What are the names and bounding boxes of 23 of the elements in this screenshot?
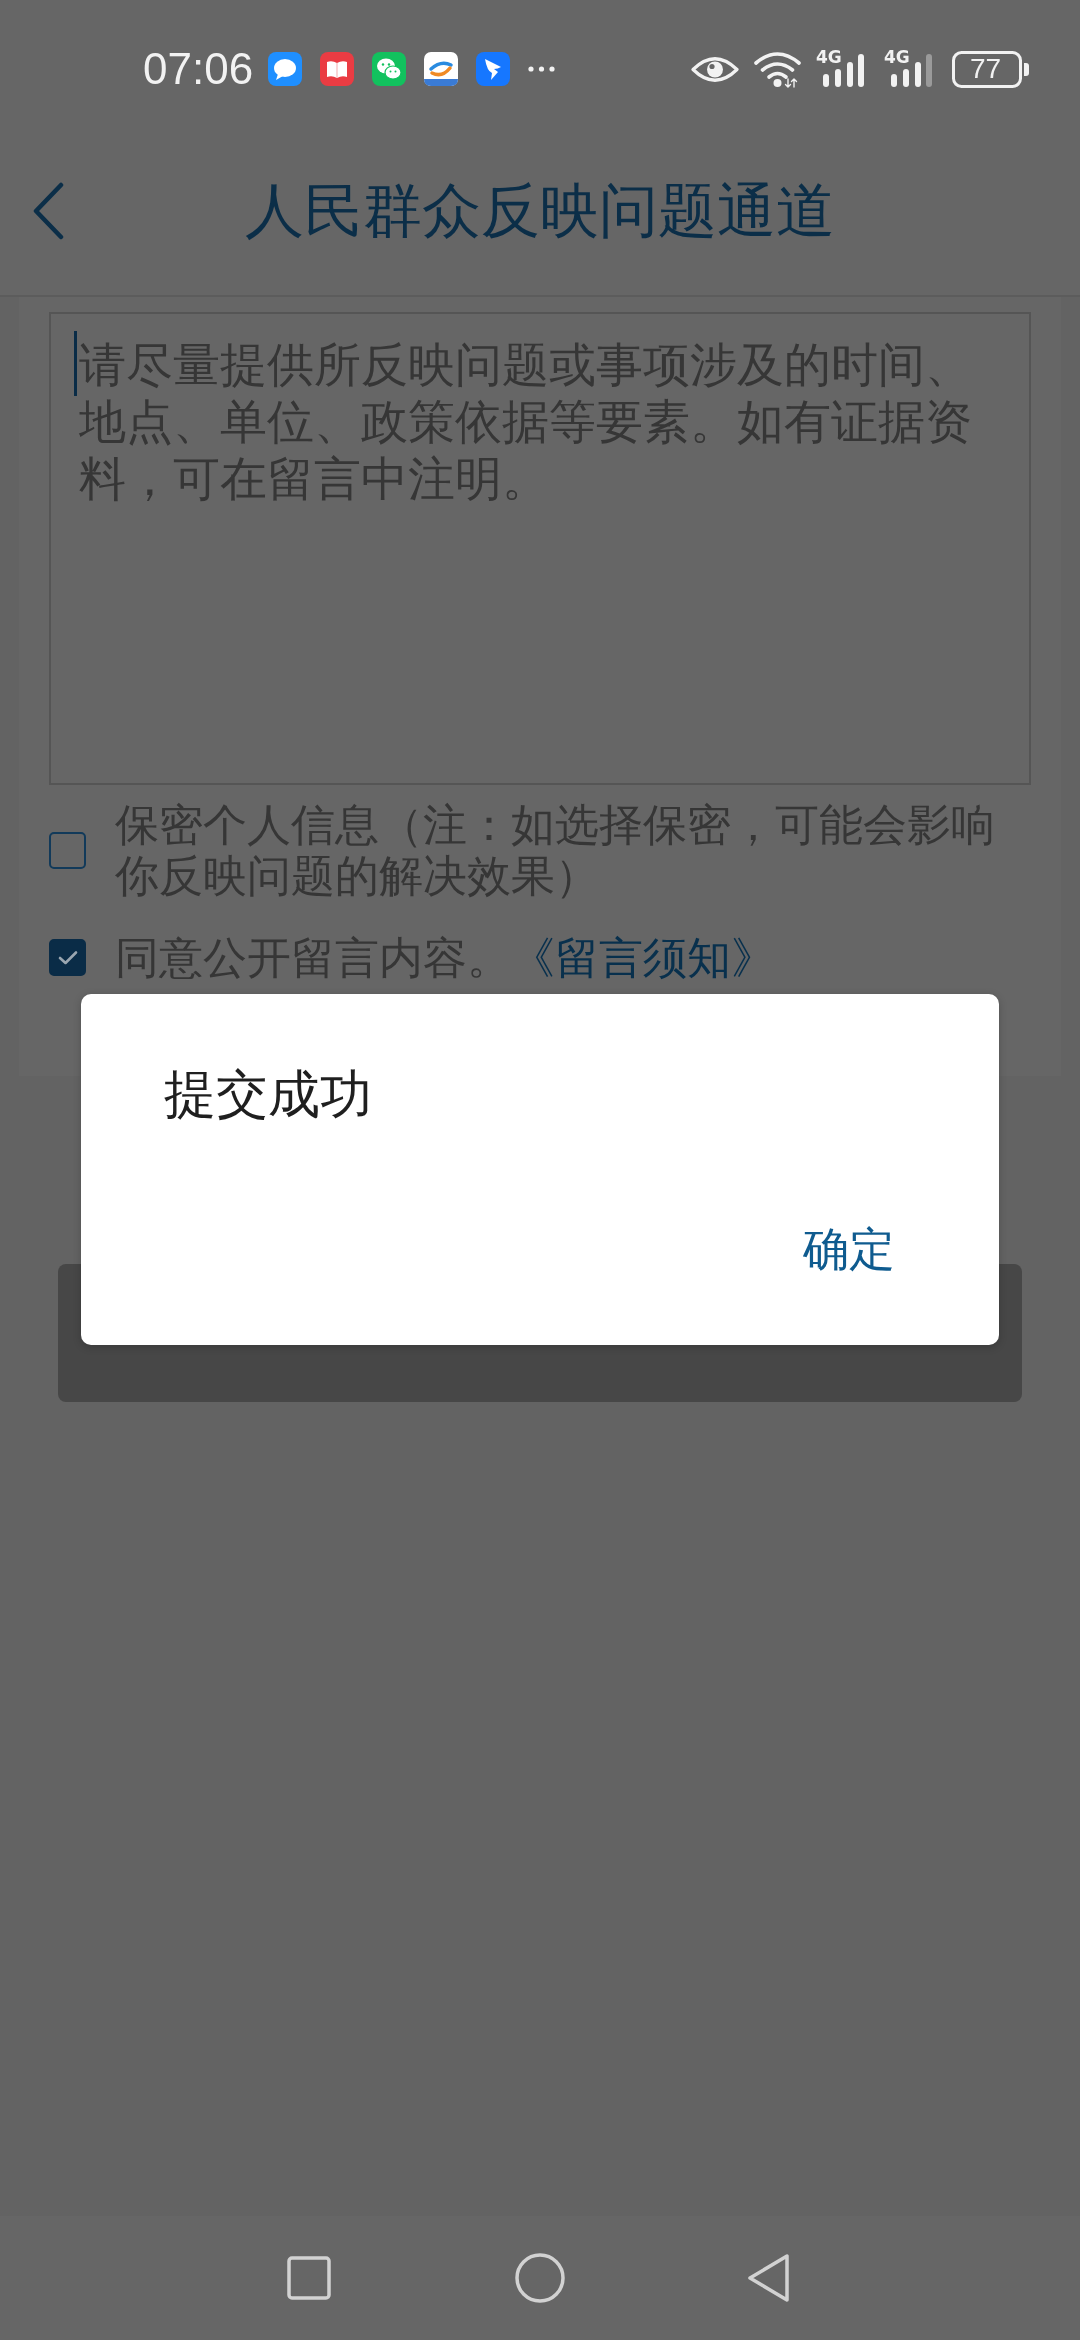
circle-icon[interactable] <box>515 2253 565 2303</box>
chat-bubbles-app-icon <box>372 52 407 86</box>
confirm-button[interactable]: 确定 <box>793 1221 905 1277</box>
text-cursor-icon <box>74 331 77 396</box>
back-icon[interactable] <box>31 181 65 240</box>
wing-app-icon <box>476 52 511 86</box>
square-icon[interactable] <box>287 2256 331 2300</box>
wifi-icon <box>754 50 801 88</box>
book-app-icon <box>320 52 355 86</box>
dialog-message: 提交成功 <box>163 1063 373 1124</box>
network-type-text: 4G <box>884 48 910 66</box>
chat-bubble-app-icon <box>268 52 303 86</box>
check-icon <box>57 949 78 966</box>
more-icon <box>528 66 556 72</box>
page-title: 人民群众反映问题通道 <box>244 175 836 246</box>
clock-time: 07:06 <box>143 47 254 91</box>
swoosh-app-icon <box>424 52 459 86</box>
back-icon[interactable] <box>747 2253 790 2303</box>
checkbox[interactable] <box>49 939 86 976</box>
battery-icon <box>952 50 1030 88</box>
checkbox[interactable] <box>49 831 86 869</box>
battery-percentage: 77 <box>970 55 1002 83</box>
network-type-text: 4G <box>816 48 842 66</box>
